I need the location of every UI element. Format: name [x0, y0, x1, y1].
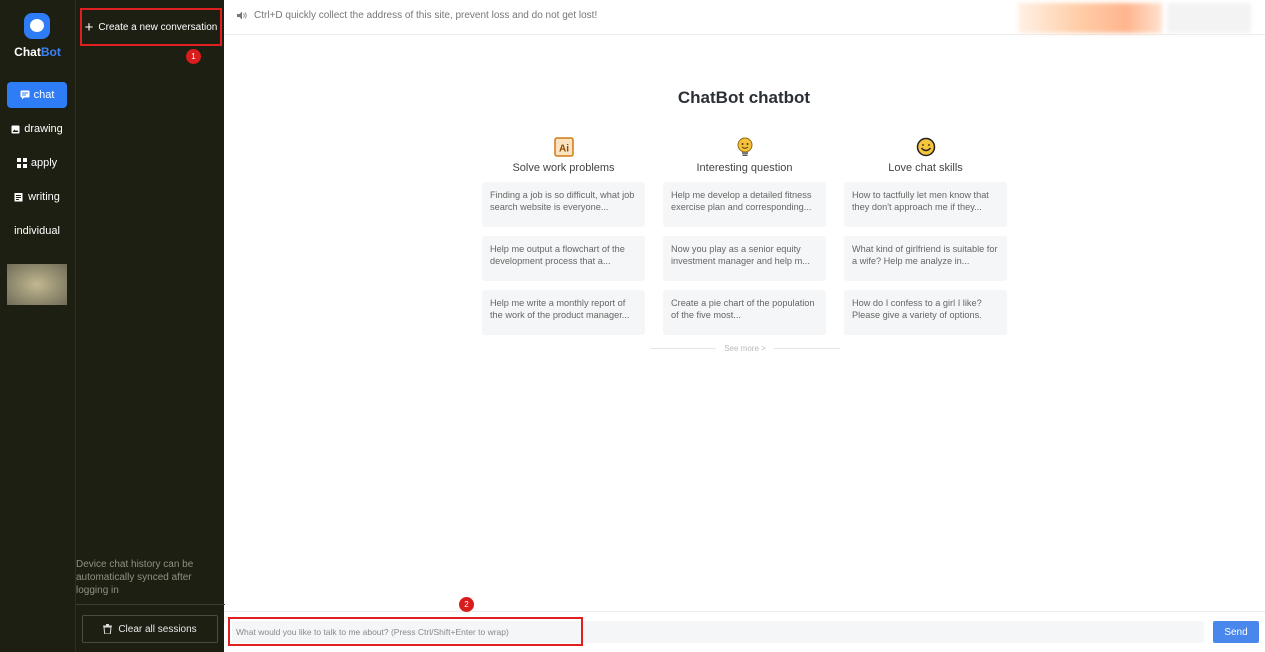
- rail-item-label: chat: [33, 89, 55, 101]
- column-header-love: Love chat skills: [844, 137, 1007, 174]
- prompt-card[interactable]: Now you play as a senior equity investme…: [663, 236, 826, 281]
- new-conversation-label: Create a new conversation: [98, 21, 218, 33]
- trash-icon: [103, 624, 113, 634]
- header-account-blurred[interactable]: [1167, 3, 1251, 33]
- prompt-card[interactable]: Finding a job is so difficult, what job …: [482, 182, 645, 227]
- speaker-icon: [237, 11, 247, 20]
- clear-all-sessions-label: Clear all sessions: [118, 623, 197, 635]
- lightbulb-icon: [737, 137, 752, 156]
- annotation-badge-1: 1: [186, 49, 201, 64]
- message-input[interactable]: [228, 617, 583, 646]
- column-header-questions: Interesting question: [663, 137, 826, 174]
- svg-text:Ai: Ai: [559, 144, 569, 155]
- rail-item-drawing[interactable]: drawing: [7, 116, 67, 142]
- input-divider: [224, 611, 1265, 612]
- prompt-card[interactable]: Help me output a flowchart of the develo…: [482, 236, 645, 281]
- image-icon: [11, 125, 20, 133]
- rail-item-label: writing: [28, 191, 60, 203]
- rail-item-chat[interactable]: chat: [7, 82, 67, 108]
- brand-name-part2: Bot: [40, 45, 61, 59]
- rail-item-label: apply: [30, 157, 58, 169]
- rail-item-apply[interactable]: apply: [7, 150, 67, 176]
- prompt-card[interactable]: How to tactfully let men know that they …: [844, 182, 1007, 227]
- grid-icon: [16, 158, 27, 168]
- notice-text: Ctrl+D quickly collect the address of th…: [254, 10, 598, 21]
- panel-divider: [76, 604, 225, 605]
- column-header-work: Ai Solve work problems: [482, 137, 645, 174]
- rail-item-writing[interactable]: writing: [7, 184, 67, 210]
- prompt-card[interactable]: Help me write a monthly report of the wo…: [482, 290, 645, 335]
- plus-icon: +: [84, 18, 94, 36]
- divider-line: [773, 348, 841, 349]
- notice: Ctrl+D quickly collect the address of th…: [237, 10, 597, 21]
- prompt-card[interactable]: Create a pie chart of the population of …: [663, 290, 826, 335]
- top-bar: Ctrl+D quickly collect the address of th…: [224, 0, 1265, 35]
- sync-note: Device chat history can be automatically…: [76, 559, 194, 596]
- column-label: Love chat skills: [888, 162, 963, 174]
- column-label: Solve work problems: [512, 162, 615, 174]
- brand-name: ChatBot: [0, 45, 75, 59]
- page-title: ChatBot chatbot: [677, 88, 811, 107]
- left-rail: ChatBot chat drawing apply writing indiv…: [0, 0, 75, 652]
- send-button[interactable]: Send: [1213, 621, 1259, 643]
- prompt-card[interactable]: What kind of girlfriend is suitable for …: [844, 236, 1007, 281]
- prompt-card[interactable]: How do I confess to a girl I like? Pleas…: [844, 290, 1007, 335]
- smiley-icon: [916, 137, 935, 157]
- session-panel: + Create a new conversation 1 Device cha…: [75, 0, 225, 652]
- see-more-link[interactable]: See more >: [650, 344, 841, 353]
- rail-item-label: individual: [14, 225, 60, 237]
- new-conversation-button[interactable]: + Create a new conversation: [80, 8, 222, 46]
- ai-icon: Ai: [553, 137, 574, 157]
- clear-all-sessions-button[interactable]: Clear all sessions: [82, 615, 218, 643]
- chatbot-logo-icon: [24, 13, 50, 39]
- column-label: Interesting question: [696, 162, 793, 174]
- brand-name-part1: Chat: [14, 45, 41, 59]
- divider-line: [650, 348, 717, 349]
- edit-icon: [14, 193, 23, 202]
- rail-item-label: drawing: [24, 123, 63, 135]
- avatar[interactable]: [7, 264, 67, 305]
- see-more-label: See more >: [724, 344, 766, 353]
- header-banner-blurred[interactable]: [1018, 3, 1162, 33]
- annotation-badge-2: 2: [459, 597, 474, 612]
- chat-icon: [20, 90, 30, 100]
- prompt-card[interactable]: Help me develop a detailed fitness exerc…: [663, 182, 826, 227]
- rail-item-individual[interactable]: individual: [7, 218, 67, 244]
